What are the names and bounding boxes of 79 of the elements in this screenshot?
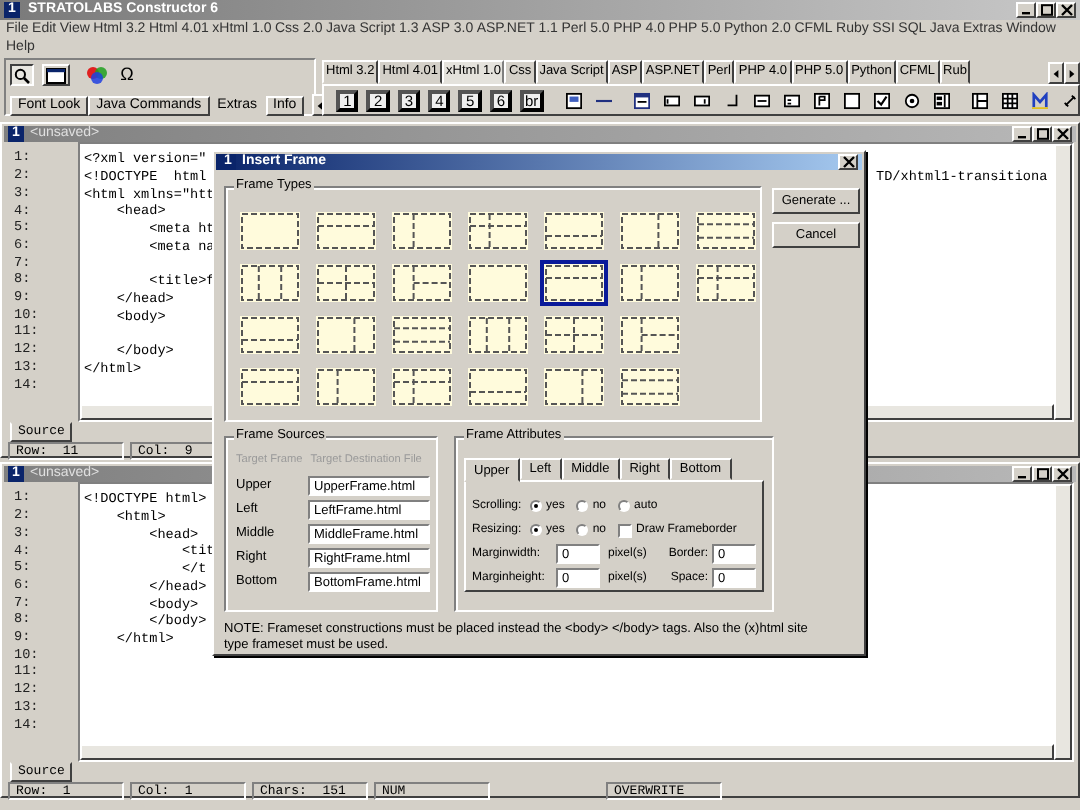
frame-layout-option[interactable]: [540, 364, 608, 411]
frame-layout-option[interactable]: [312, 312, 380, 359]
blank-box-icon: [843, 91, 860, 109]
frame-layout-option[interactable]: [236, 260, 304, 307]
close-icon: [841, 156, 855, 169]
checkbox[interactable]: [618, 523, 633, 538]
text-field-icon: [663, 91, 680, 109]
frame-layout-option[interactable]: [388, 364, 456, 411]
image-icon: [565, 91, 582, 109]
frame-layout-option[interactable]: [464, 260, 532, 307]
frame-layout-option[interactable]: [540, 312, 608, 359]
text-field-icon: [693, 91, 710, 109]
horizontal-scrollbar[interactable]: [80, 743, 1054, 761]
left-triangle-icon: [1052, 67, 1060, 79]
frame-layout-option[interactable]: [312, 364, 380, 411]
close-icon: [1059, 4, 1073, 16]
frame-layout-option[interactable]: [464, 364, 532, 411]
symbol-button[interactable]: Ω: [116, 64, 138, 86]
close-button[interactable]: [838, 154, 858, 171]
radio-icon: [903, 91, 920, 109]
vertical-scrollbar[interactable]: [1054, 484, 1072, 761]
form-icon: [633, 91, 650, 109]
bracket-icon: [723, 91, 740, 109]
frame-layout-option[interactable]: [388, 312, 456, 359]
scroll-right-button[interactable]: [1064, 62, 1080, 84]
minimize-button[interactable]: [1016, 2, 1036, 18]
frames-icon: [971, 91, 988, 109]
frame-layout-option[interactable]: [388, 208, 456, 255]
window-button[interactable]: [42, 64, 70, 86]
frame-layout-option[interactable]: [540, 208, 608, 255]
radio-button[interactable]: [576, 524, 589, 537]
close-button[interactable]: [1052, 466, 1072, 483]
radio-button[interactable]: [530, 500, 542, 513]
checkbox-icon: [873, 91, 890, 109]
minimize-button[interactable]: [1012, 466, 1032, 483]
frame-layout-option[interactable]: [388, 260, 456, 307]
list-icon: [933, 91, 950, 109]
close-button[interactable]: [1056, 2, 1076, 18]
letter-m-icon: [1031, 91, 1049, 109]
text-box-icon: [783, 91, 800, 109]
scroll-left-button[interactable]: [1048, 62, 1064, 84]
link-icon: [1062, 91, 1079, 109]
text-box-icon: [753, 91, 770, 109]
frame-layout-option[interactable]: [236, 364, 304, 411]
radio-button[interactable]: [576, 500, 589, 513]
maximize-icon: [1035, 128, 1049, 141]
frame-layout-option[interactable]: [236, 312, 304, 359]
frame-layout-option[interactable]: [236, 208, 304, 255]
frame-layout-option[interactable]: [312, 208, 380, 255]
vertical-scrollbar[interactable]: [1054, 144, 1072, 421]
right-triangle-icon: [1068, 67, 1076, 79]
maximize-button[interactable]: [1032, 126, 1052, 143]
frame-layout-option[interactable]: [616, 312, 684, 359]
frame-layout-option[interactable]: [616, 364, 684, 411]
maximize-icon: [1039, 4, 1053, 16]
frame-layout-option[interactable]: [464, 312, 532, 359]
search-button[interactable]: [10, 64, 34, 86]
table-icon: [1001, 91, 1018, 109]
close-icon: [1055, 128, 1069, 141]
frame-layout-option[interactable]: [540, 260, 608, 307]
frame-layout-option[interactable]: [616, 208, 684, 255]
search-icon: [14, 67, 30, 83]
frame-layout-option[interactable]: [616, 260, 684, 307]
radio-button[interactable]: [618, 500, 631, 513]
left-triangle-icon: [316, 99, 325, 111]
frame-layout-option[interactable]: [692, 208, 760, 255]
flag-box-icon: [813, 91, 830, 109]
close-button[interactable]: [1052, 126, 1072, 143]
frame-layout-option[interactable]: [312, 260, 380, 307]
close-icon: [1055, 468, 1069, 481]
maximize-button[interactable]: [1032, 466, 1052, 483]
frame-layout-option[interactable]: [464, 208, 532, 255]
maximize-button[interactable]: [1036, 2, 1056, 18]
radio-button[interactable]: [530, 524, 542, 537]
maximize-icon: [1035, 468, 1049, 481]
minimize-button[interactable]: [1012, 126, 1032, 143]
color-circles-icon: [86, 66, 108, 84]
window-icon: [46, 67, 66, 83]
frame-layout-option[interactable]: [692, 260, 760, 307]
